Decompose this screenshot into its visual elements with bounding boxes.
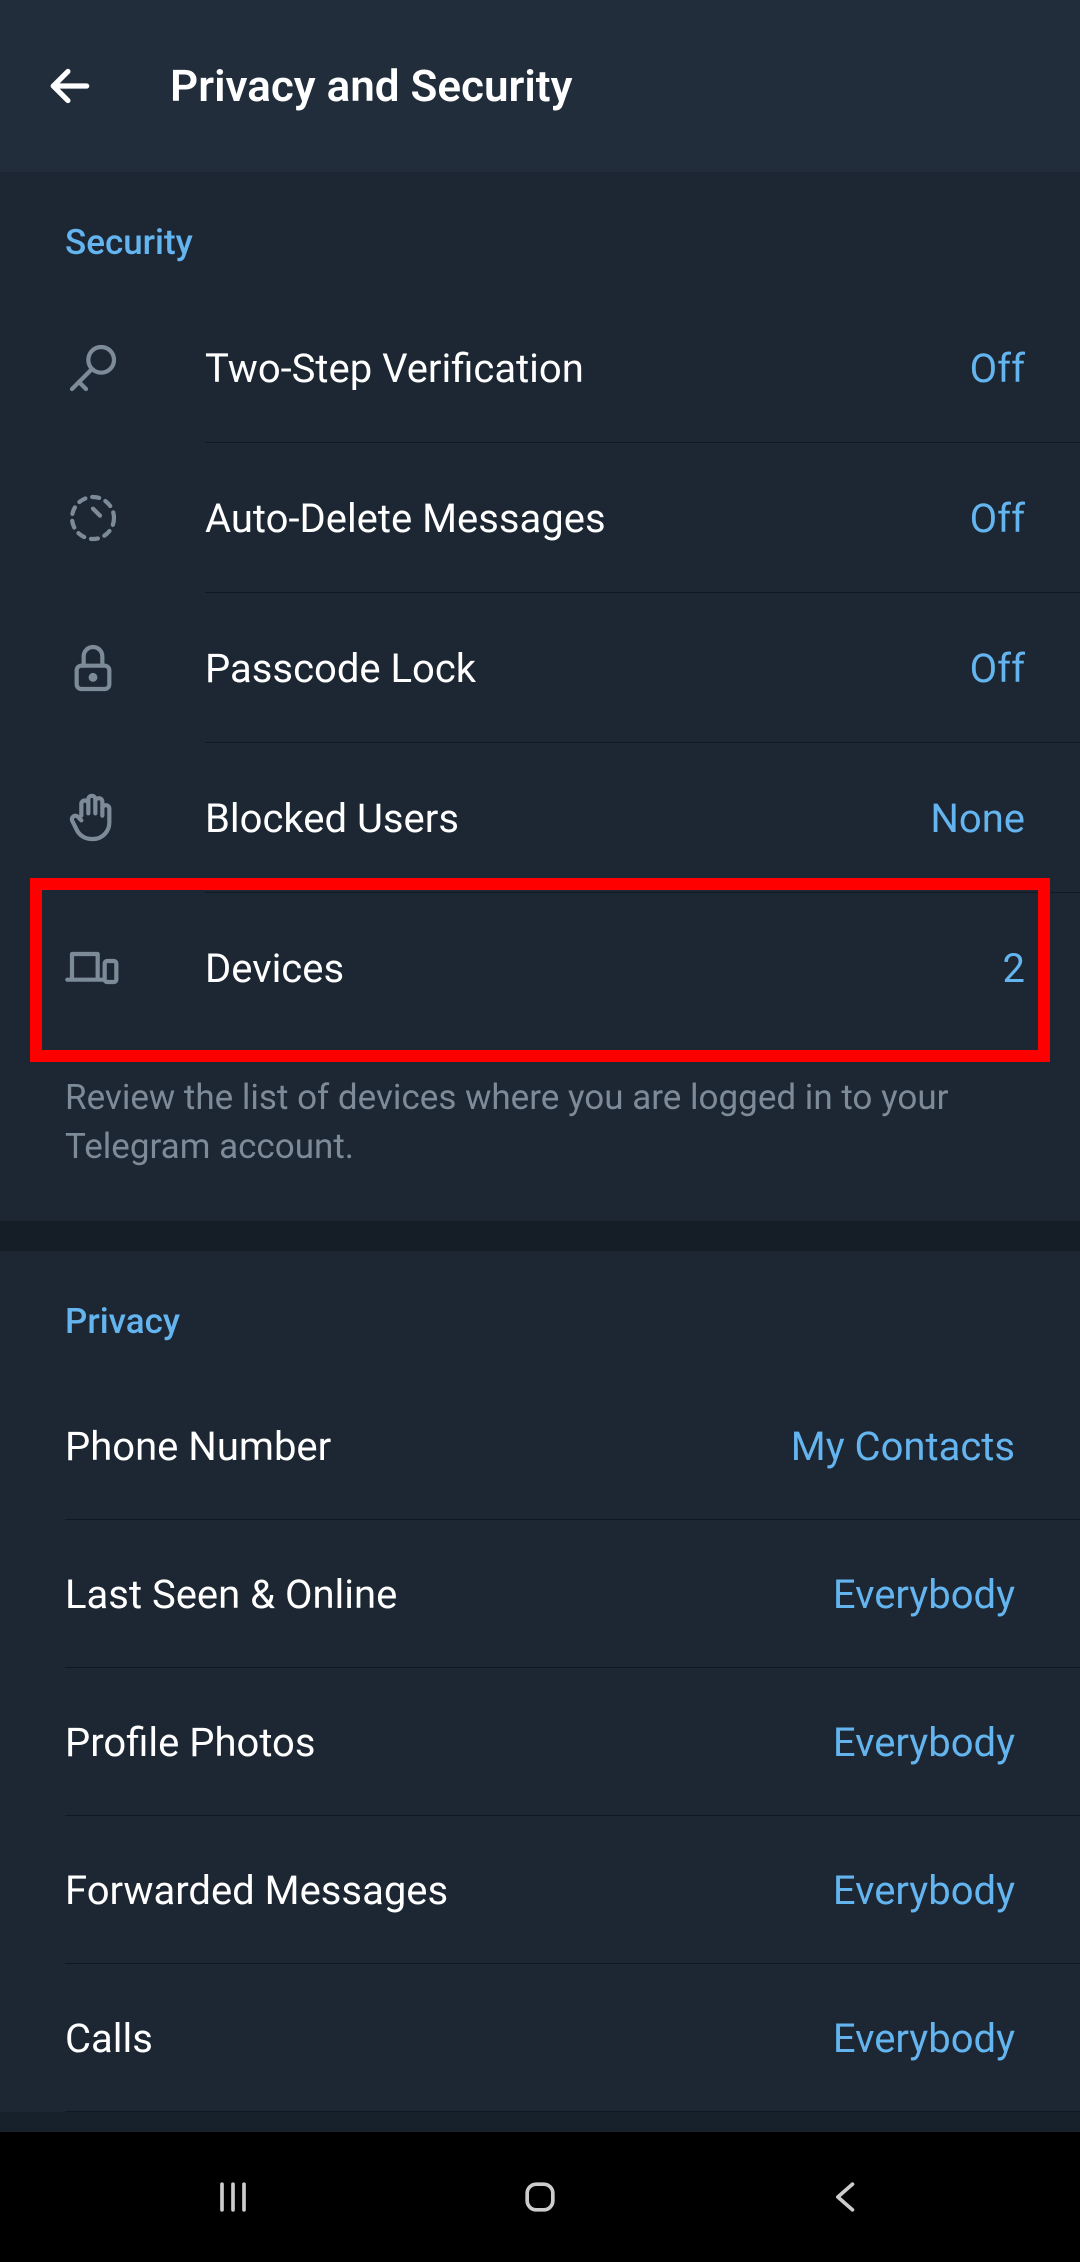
item-label: Last Seen & Online	[65, 1571, 833, 1618]
security-section: Security Two-Step Verification Off Auto-…	[0, 172, 1080, 1221]
item-label: Two-Step Verification	[205, 345, 970, 392]
devices-item[interactable]: Devices 2	[0, 893, 1080, 1043]
item-value: Off	[970, 495, 1035, 542]
calls-item[interactable]: Calls Everybody	[0, 1964, 1080, 2112]
arrow-left-icon	[45, 61, 95, 111]
blocked-users-item[interactable]: Blocked Users None	[0, 743, 1080, 893]
back-button[interactable]	[30, 46, 110, 126]
lock-icon	[45, 640, 205, 696]
security-footer-text: Review the list of devices where you are…	[0, 1043, 1080, 1221]
item-value: Everybody	[833, 1571, 1015, 1618]
item-value: My Contacts	[791, 1423, 1015, 1470]
item-label: Devices	[205, 945, 1003, 992]
item-value: Everybody	[833, 1867, 1015, 1914]
item-value: Everybody	[833, 2015, 1015, 2062]
privacy-heading: Privacy	[0, 1251, 1080, 1372]
auto-delete-messages-item[interactable]: Auto-Delete Messages Off	[0, 443, 1080, 593]
chevron-left-icon	[825, 2175, 869, 2219]
key-icon	[45, 340, 205, 396]
recents-button[interactable]	[173, 2167, 293, 2227]
item-label: Profile Photos	[65, 1719, 833, 1766]
privacy-section: Privacy Phone Number My Contacts Last Se…	[0, 1251, 1080, 2112]
item-label: Forwarded Messages	[65, 1867, 833, 1914]
item-label: Passcode Lock	[205, 645, 970, 692]
forwarded-messages-item[interactable]: Forwarded Messages Everybody	[0, 1816, 1080, 1964]
item-value: Everybody	[833, 1719, 1015, 1766]
profile-photos-item[interactable]: Profile Photos Everybody	[0, 1668, 1080, 1816]
devices-icon	[45, 940, 205, 996]
page-title: Privacy and Security	[170, 60, 572, 112]
home-button[interactable]	[480, 2167, 600, 2227]
timer-icon	[45, 490, 205, 546]
system-navbar	[0, 2132, 1080, 2262]
home-icon	[518, 2175, 562, 2219]
phone-number-item[interactable]: Phone Number My Contacts	[0, 1372, 1080, 1520]
hand-icon	[45, 790, 205, 846]
app-header: Privacy and Security	[0, 0, 1080, 172]
section-gap	[0, 1221, 1080, 1251]
item-label: Calls	[65, 2015, 833, 2062]
last-seen-item[interactable]: Last Seen & Online Everybody	[0, 1520, 1080, 1668]
item-value: None	[930, 795, 1035, 842]
item-label: Auto-Delete Messages	[205, 495, 970, 542]
two-step-verification-item[interactable]: Two-Step Verification Off	[0, 293, 1080, 443]
recents-icon	[211, 2175, 255, 2219]
item-value: Off	[970, 645, 1035, 692]
item-label: Phone Number	[65, 1423, 791, 1470]
item-value: Off	[970, 345, 1035, 392]
passcode-lock-item[interactable]: Passcode Lock Off	[0, 593, 1080, 743]
nav-back-button[interactable]	[787, 2167, 907, 2227]
item-value: 2	[1003, 945, 1035, 992]
item-label: Blocked Users	[205, 795, 930, 842]
security-heading: Security	[0, 172, 1080, 293]
